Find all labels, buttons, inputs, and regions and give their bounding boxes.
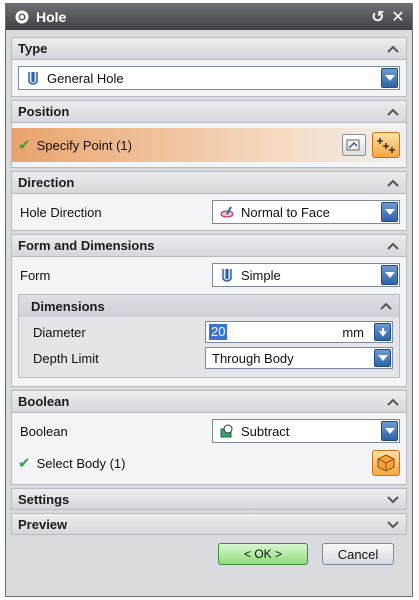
select-body-button[interactable] [372,450,400,476]
hole-direction-label: Hole Direction [20,204,102,220]
chevron-down-icon[interactable] [381,202,398,222]
close-icon[interactable]: ✕ [388,7,408,27]
hole-type-value: General Hole [47,70,124,86]
direction-group: Direction Hole Direction Normal to Face [11,171,407,231]
normal-to-face-icon [220,206,234,218]
form-dimensions-group: Form and Dimensions Form Simple Dimensio… [11,234,407,387]
hole-dialog: Hole ↺ ✕ Type General Hole Position ✔ Sp… [5,3,413,597]
preview-group-title: Preview [18,516,68,532]
boolean-group-title: Boolean [18,394,70,409]
chevron-down-icon[interactable] [381,421,398,441]
chevron-down-icon[interactable] [381,265,398,285]
boolean-group-header[interactable]: Boolean [12,391,406,413]
title-bar[interactable]: Hole ↺ ✕ [6,4,412,30]
form-value: Simple [241,267,281,283]
dialog-footer: < OK > Cancel [10,535,408,565]
depth-limit-value: Through Body [212,350,294,366]
specify-point-row[interactable]: ✔ Specify Point (1) [12,128,406,162]
position-group: Position ✔ Specify Point (1) [11,100,407,168]
chevron-up-icon[interactable] [386,397,400,407]
specify-point-label: Specify Point (1) [36,137,132,153]
boolean-value: Subtract [241,423,290,439]
form-group-header[interactable]: Form and Dimensions [12,235,406,257]
direction-group-header[interactable]: Direction [12,172,406,194]
chevron-down-icon[interactable] [374,349,391,367]
sketch-section-button[interactable] [342,134,366,156]
hole-direction-value: Normal to Face [241,204,330,220]
select-body-label[interactable]: Select Body (1) [37,456,372,471]
cancel-button[interactable]: Cancel [322,543,394,565]
position-group-header[interactable]: Position [12,101,406,123]
direction-group-title: Direction [18,175,75,190]
hole-direction-select[interactable]: Normal to Face [212,200,400,224]
simple-hole-icon [222,269,232,282]
gear-icon [15,10,29,24]
position-group-title: Position [18,104,70,119]
sketch-icon [346,139,360,151]
arrow-down-icon[interactable] [374,323,391,341]
hole-type-select[interactable]: General Hole [18,66,400,90]
reset-icon[interactable]: ↺ [368,7,388,27]
form-group-title: Form and Dimensions [18,238,155,253]
diameter-input[interactable]: 20 mm [205,321,393,343]
diameter-value[interactable]: 20 [209,324,228,340]
preview-group-header[interactable]: Preview [12,514,406,534]
settings-group-header[interactable]: Settings [12,489,406,509]
point-plus-icon [377,138,395,153]
dimensions-title: Dimensions [31,298,105,314]
subtract-icon [220,424,233,438]
chevron-up-icon[interactable] [386,107,400,117]
chevron-down-icon[interactable] [381,68,398,88]
diameter-label: Diameter [33,324,86,340]
chevron-up-icon[interactable] [386,178,400,188]
chevron-up-icon[interactable] [379,301,393,311]
form-select[interactable]: Simple [212,263,400,287]
dialog-title: Hole [36,9,67,25]
body-cube-icon [377,454,395,472]
chevron-down-icon[interactable] [386,519,400,529]
chevron-up-icon[interactable] [386,44,400,54]
type-group-header[interactable]: Type [12,38,406,60]
chevron-down-icon[interactable] [386,494,400,504]
type-group: Type General Hole [11,37,407,97]
diameter-unit: mm [342,324,364,340]
settings-group: Settings [11,488,407,510]
general-hole-icon [28,72,38,85]
ok-button[interactable]: < OK > [218,543,308,565]
point-dialog-button[interactable] [372,132,400,158]
settings-group-title: Settings [18,491,70,507]
check-icon: ✔ [18,137,31,154]
depth-limit-label: Depth Limit [33,350,99,366]
depth-limit-select[interactable]: Through Body [205,347,393,369]
dimensions-subgroup: Dimensions Diameter 20 mm Depth Limit Th… [18,294,400,378]
check-icon: ✔ [18,455,31,472]
boolean-group: Boolean Boolean Subtract ✔ Select Body (… [11,390,407,485]
type-group-title: Type [18,41,48,56]
form-label: Form [20,267,51,283]
dimensions-header[interactable]: Dimensions [19,295,399,317]
boolean-label: Boolean [20,423,68,439]
boolean-select[interactable]: Subtract [212,419,400,443]
preview-group: Preview [11,513,407,535]
chevron-up-icon[interactable] [386,241,400,251]
